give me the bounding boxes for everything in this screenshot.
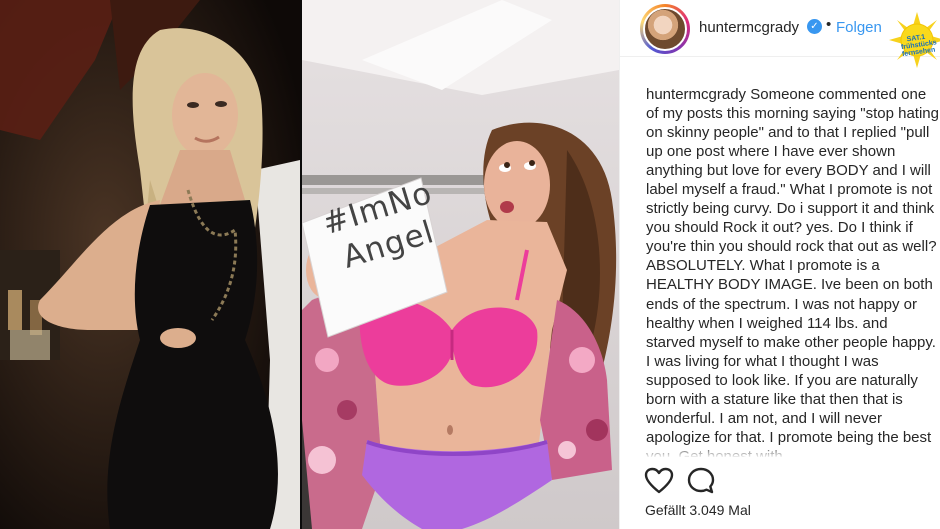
heart-icon[interactable]	[644, 466, 674, 496]
watermark-text: SAT.1 frühstücks fernsehen	[900, 33, 938, 59]
post-actions	[620, 458, 940, 503]
follow-button[interactable]: Folgen	[836, 19, 882, 36]
left-photo	[0, 0, 300, 529]
caption-fade	[646, 444, 940, 458]
separator-dot: •	[826, 16, 832, 33]
post-media[interactable]: #ImNo Angel	[0, 0, 619, 529]
comment-icon[interactable]	[686, 466, 716, 496]
likes-count[interactable]: Gefällt 3.049 Mal	[645, 502, 751, 518]
avatar[interactable]	[643, 7, 687, 51]
caption-username[interactable]: huntermcgrady	[646, 86, 746, 103]
post-caption: huntermcgrady Someone commented one of m…	[646, 85, 940, 457]
post-header: huntermcgrady ✓ • Folgen SAT.1 frühstück…	[620, 0, 940, 68]
caption-text: Someone commented one of my posts this m…	[646, 86, 939, 457]
verified-badge-icon: ✓	[807, 19, 822, 34]
avatar-story-ring[interactable]	[640, 4, 690, 54]
header-username[interactable]: huntermcgrady	[699, 19, 799, 36]
post-side-panel: huntermcgrady ✓ • Folgen SAT.1 frühstück…	[619, 0, 940, 529]
